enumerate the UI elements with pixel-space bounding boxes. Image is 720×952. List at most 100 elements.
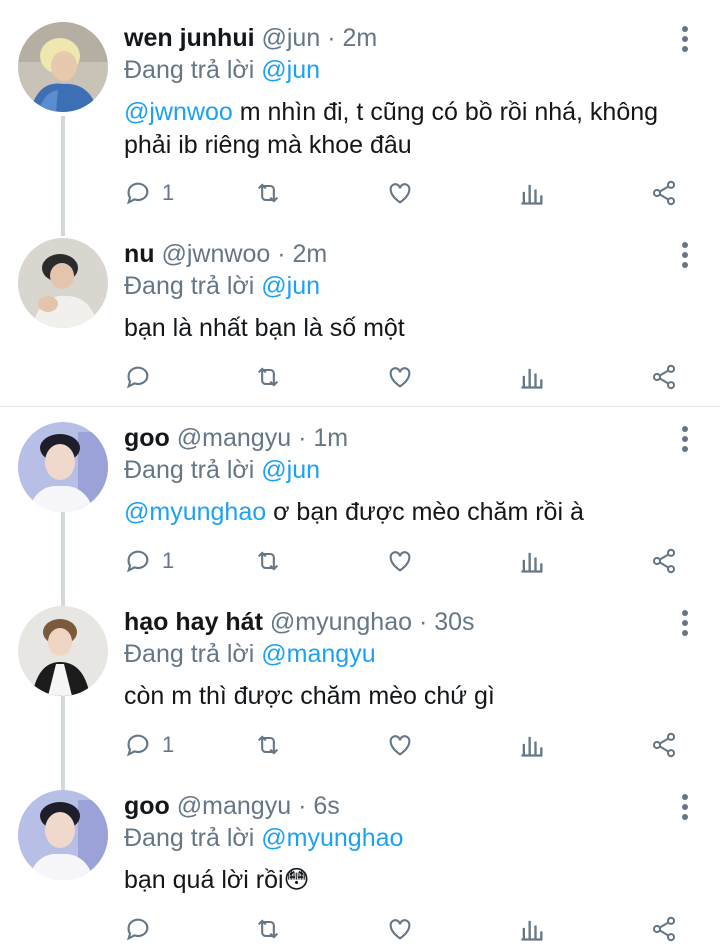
like-button[interactable] bbox=[386, 360, 414, 394]
timestamp[interactable]: · 2m bbox=[327, 24, 377, 52]
tweet[interactable]: hạo hay hát @myunghao · 30s Đang trả lời… bbox=[0, 584, 720, 774]
reply-icon bbox=[126, 182, 149, 205]
timestamp[interactable]: · 2m bbox=[277, 240, 327, 268]
reply-button[interactable] bbox=[124, 912, 162, 946]
tweet-text: còn m thì được chăm mèo chứ gì bbox=[124, 680, 680, 713]
avatar[interactable] bbox=[18, 790, 108, 880]
reply-to-link[interactable]: @myunghao bbox=[261, 824, 403, 852]
share-icon bbox=[652, 732, 676, 758]
reply-button[interactable] bbox=[124, 360, 162, 394]
tweet-body: bạn quá lời rồi😳 bbox=[124, 866, 310, 894]
timestamp[interactable]: · 30s bbox=[419, 608, 475, 636]
tweet[interactable]: goo @mangyu · 1m Đang trả lời @jun @myun… bbox=[0, 400, 720, 590]
reply-count: 1 bbox=[162, 180, 175, 205]
tweet[interactable]: nu @jwnwoo · 2m Đang trả lời @jun bạn là… bbox=[0, 216, 720, 406]
timestamp[interactable]: · 6s bbox=[298, 792, 340, 820]
tweet-body: ơ bạn được mèo chăm rồi à bbox=[266, 498, 584, 526]
handle[interactable]: @jwnwoo bbox=[162, 240, 271, 268]
retweet-button[interactable] bbox=[254, 728, 282, 762]
replying-label: Đang trả lời bbox=[124, 824, 255, 852]
like-icon bbox=[389, 551, 411, 572]
tweet-text: bạn là nhất bạn là số một bbox=[124, 312, 680, 345]
replying-label: Đang trả lời bbox=[124, 272, 255, 300]
tweet[interactable]: wen junhui @jun · 2m Đang trả lời @jun @… bbox=[0, 0, 720, 230]
like-button[interactable] bbox=[386, 912, 414, 946]
analytics-icon bbox=[521, 552, 543, 573]
reply-count: 1 bbox=[162, 732, 175, 757]
retweet-button[interactable] bbox=[254, 360, 282, 394]
reply-to-link[interactable]: @jun bbox=[261, 272, 320, 300]
like-icon bbox=[389, 183, 411, 204]
retweet-button[interactable] bbox=[254, 176, 282, 210]
analytics-button[interactable] bbox=[518, 544, 546, 578]
more-icon[interactable] bbox=[678, 242, 692, 272]
display-name[interactable]: wen junhui bbox=[124, 24, 255, 52]
display-name[interactable]: goo bbox=[124, 792, 170, 820]
more-icon[interactable] bbox=[678, 26, 692, 56]
avatar[interactable] bbox=[18, 422, 108, 512]
replying-to: Đang trả lời @myunghao bbox=[124, 822, 680, 854]
handle[interactable]: @mangyu bbox=[177, 424, 291, 452]
reply-button[interactable]: 1 bbox=[124, 176, 174, 210]
replying-label: Đang trả lời bbox=[124, 56, 255, 84]
replying-to: Đang trả lời @jun bbox=[124, 454, 680, 486]
avatar[interactable] bbox=[18, 238, 108, 328]
avatar[interactable] bbox=[18, 606, 108, 696]
tweet-actions: 1 bbox=[124, 176, 684, 210]
like-icon bbox=[389, 367, 411, 388]
like-icon bbox=[389, 735, 411, 756]
tweet-actions bbox=[124, 912, 684, 946]
mention-link[interactable]: @jwnwoo bbox=[124, 98, 233, 126]
retweet-icon bbox=[257, 919, 279, 939]
replying-to: Đang trả lời @mangyu bbox=[124, 638, 680, 670]
tweet-text: bạn quá lời rồi😳 bbox=[124, 864, 680, 897]
retweet-icon bbox=[257, 367, 279, 387]
like-button[interactable] bbox=[386, 728, 414, 762]
analytics-button[interactable] bbox=[518, 360, 546, 394]
reply-to-link[interactable]: @jun bbox=[261, 456, 320, 484]
analytics-icon bbox=[521, 184, 543, 205]
share-button[interactable] bbox=[650, 912, 678, 946]
handle[interactable]: @jun bbox=[262, 24, 321, 52]
like-button[interactable] bbox=[386, 176, 414, 210]
share-button[interactable] bbox=[650, 728, 678, 762]
more-icon[interactable] bbox=[678, 794, 692, 824]
share-button[interactable] bbox=[650, 544, 678, 578]
display-name[interactable]: nu bbox=[124, 240, 155, 268]
tweet-actions: 1 bbox=[124, 728, 684, 762]
share-icon bbox=[652, 364, 676, 390]
share-icon bbox=[652, 548, 676, 574]
tweet-text: @myunghao ơ bạn được mèo chăm rồi à bbox=[124, 496, 680, 529]
display-name[interactable]: goo bbox=[124, 424, 170, 452]
analytics-button[interactable] bbox=[518, 912, 546, 946]
share-icon bbox=[652, 916, 676, 942]
more-icon[interactable] bbox=[678, 610, 692, 640]
more-icon[interactable] bbox=[678, 426, 692, 456]
tweet[interactable]: goo @mangyu · 6s Đang trả lời @myunghao … bbox=[0, 768, 720, 952]
replying-label: Đang trả lời bbox=[124, 456, 255, 484]
retweet-button[interactable] bbox=[254, 912, 282, 946]
handle[interactable]: @myunghao bbox=[270, 608, 412, 636]
display-name[interactable]: hạo hay hát bbox=[124, 608, 263, 636]
share-button[interactable] bbox=[650, 360, 678, 394]
tweet-text: @jwnwoo m nhìn đi, t cũng có bồ rồi nhá,… bbox=[124, 96, 680, 162]
share-icon bbox=[652, 180, 676, 206]
timestamp[interactable]: · 1m bbox=[298, 424, 348, 452]
reply-button[interactable]: 1 bbox=[124, 544, 174, 578]
replying-to: Đang trả lời @jun bbox=[124, 54, 680, 86]
reply-count: 1 bbox=[162, 548, 175, 573]
reply-button[interactable]: 1 bbox=[124, 728, 174, 762]
analytics-button[interactable] bbox=[518, 176, 546, 210]
reply-to-link[interactable]: @mangyu bbox=[261, 640, 375, 668]
analytics-button[interactable] bbox=[518, 728, 546, 762]
avatar[interactable] bbox=[18, 22, 108, 112]
handle[interactable]: @mangyu bbox=[177, 792, 291, 820]
reply-icon bbox=[126, 550, 149, 573]
share-button[interactable] bbox=[650, 176, 678, 210]
mention-link[interactable]: @myunghao bbox=[124, 498, 266, 526]
reply-to-link[interactable]: @jun bbox=[261, 56, 320, 84]
like-button[interactable] bbox=[386, 544, 414, 578]
retweet-icon bbox=[257, 735, 279, 755]
retweet-button[interactable] bbox=[254, 544, 282, 578]
like-icon bbox=[389, 919, 411, 940]
